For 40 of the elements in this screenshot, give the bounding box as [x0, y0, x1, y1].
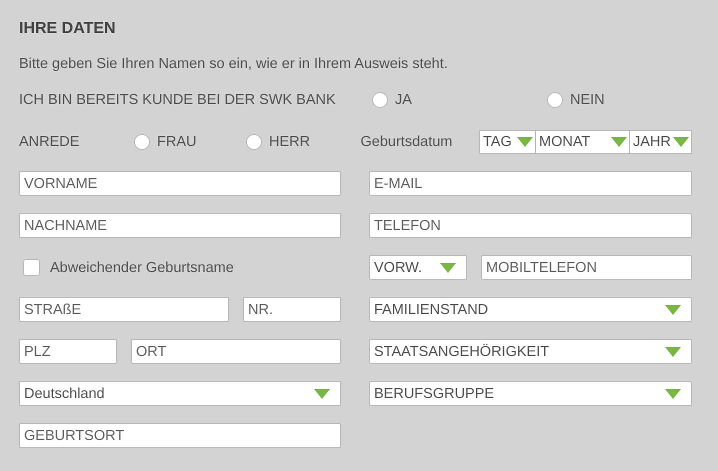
radio-button[interactable]: [246, 134, 262, 150]
select-field[interactable]: Deutschland: [19, 381, 341, 406]
text-field[interactable]: PLZ: [19, 339, 117, 364]
dropdown-arrow-icon: [665, 388, 681, 398]
dropdown-arrow-icon: [665, 346, 681, 356]
select-value: BERUFSGRUPPE: [374, 386, 494, 402]
select-value: VORW.: [374, 260, 422, 276]
select-value: FAMILIENSTAND: [374, 302, 488, 318]
select-value: Deutschland: [24, 386, 105, 402]
text-field[interactable]: TELEFON: [369, 213, 692, 238]
text-field[interactable]: NR.: [243, 297, 341, 322]
dropdown-arrow-icon: [665, 304, 681, 314]
question-label: ICH BIN BEREITS KUNDE BEI DER SWK BANK: [19, 92, 337, 108]
select-field[interactable]: STAATSANGEHÖRIGKEIT: [369, 339, 692, 364]
radio-label: NEIN: [570, 92, 605, 108]
radio-label: HERR: [269, 134, 310, 150]
select-value: STAATSANGEHÖRIGKEIT: [374, 344, 550, 360]
radio-label: JA: [395, 92, 412, 108]
dropdown-arrow-icon: [314, 388, 330, 398]
text-field[interactable]: VORNAME: [19, 171, 341, 196]
radio-button[interactable]: [134, 134, 150, 150]
radio-button[interactable]: [547, 92, 563, 108]
select-field[interactable]: BERUFSGRUPPE: [369, 381, 692, 406]
text-field[interactable]: STRAßE: [19, 297, 229, 322]
text-field[interactable]: MOBILTELEFON: [481, 255, 692, 280]
select-field[interactable]: FAMILIENSTAND: [369, 297, 692, 322]
section-title: IHRE DATEN: [19, 20, 117, 38]
text-field[interactable]: NACHNAME: [19, 213, 341, 238]
text-field[interactable]: GEBURTSORT: [19, 423, 341, 448]
checkbox-label: Abweichender Geburtsname: [50, 260, 234, 276]
text-field[interactable]: E-MAIL: [369, 171, 692, 196]
select-field[interactable]: VORW.: [369, 255, 467, 280]
field-label: Geburtsdatum: [360, 134, 454, 150]
radio-button[interactable]: [372, 92, 388, 108]
radio-label: FRAU: [157, 134, 196, 150]
dropdown-arrow-icon: [440, 262, 456, 272]
intro-text: Bitte geben Sie Ihren Namen so ein, wie er in Ihrem Ausweis steht.: [19, 56, 449, 72]
field-label: ANREDE: [19, 134, 80, 150]
text-field[interactable]: ORT: [131, 339, 341, 364]
checkbox[interactable]: [23, 259, 40, 276]
